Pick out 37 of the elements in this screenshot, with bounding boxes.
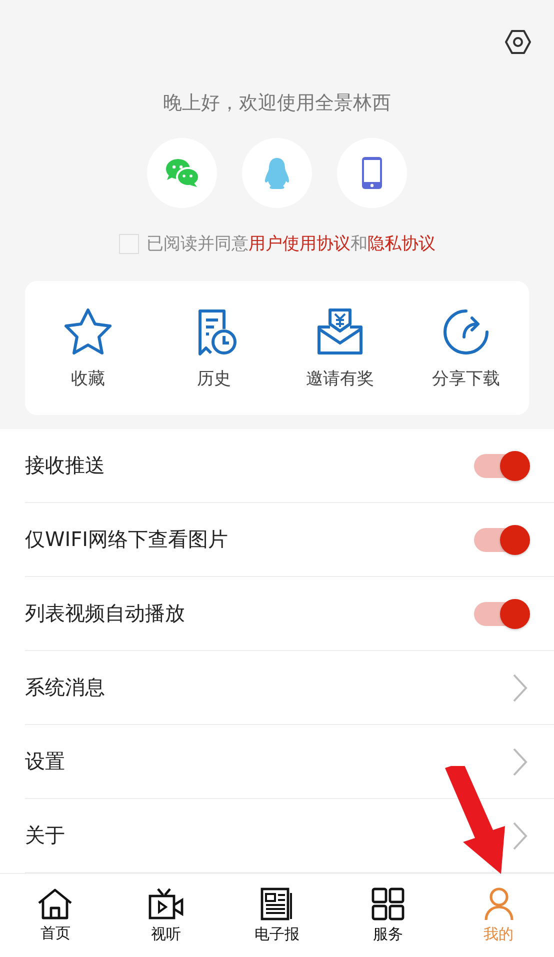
nav-tab[interactable]: 首页 xyxy=(0,874,111,957)
quick-action[interactable]: 分享下载 xyxy=(403,306,529,390)
settings-icon[interactable] xyxy=(504,28,532,56)
chevron-right-icon[interactable] xyxy=(512,820,528,850)
quick-action[interactable]: 历史 xyxy=(151,306,277,390)
agreement-text: 已阅读并同意 xyxy=(146,233,248,255)
quick-action[interactable]: 邀请有奖 xyxy=(277,306,403,390)
greeting-text: 晚上好，欢迎使用全景林西 xyxy=(163,91,391,116)
share-arrow-icon xyxy=(441,306,491,356)
toggle-switch[interactable] xyxy=(474,602,528,626)
agreement-checkbox[interactable] xyxy=(118,234,138,254)
star-icon xyxy=(62,306,114,356)
quick-action[interactable]: 收藏 xyxy=(25,306,151,390)
setting-label: 仅WIFI网络下查看图片 xyxy=(25,526,228,553)
setting-label: 设置 xyxy=(25,748,65,775)
chat-bubbles-icon xyxy=(164,158,200,188)
phone-icon xyxy=(361,156,383,190)
toggle-switch[interactable] xyxy=(474,454,528,478)
nav-tab[interactable]: 服务 xyxy=(332,874,444,957)
newspaper-icon xyxy=(260,887,294,921)
grid-icon xyxy=(370,887,405,921)
setting-label: 接收推送 xyxy=(25,452,105,479)
chevron-right-icon[interactable] xyxy=(512,672,528,702)
chevron-right-icon[interactable] xyxy=(512,746,528,776)
person-icon xyxy=(484,887,514,921)
penguin-icon xyxy=(264,157,290,189)
agreement-link[interactable]: 用户使用协议 xyxy=(248,232,350,255)
setting-label: 关于 xyxy=(25,822,65,849)
nav-tab[interactable]: 电子报 xyxy=(222,874,332,957)
setting-label: 列表视频自动播放 xyxy=(25,600,185,627)
agreement-text: 和 xyxy=(350,233,368,255)
video-camera-icon xyxy=(148,887,184,921)
toggle-switch[interactable] xyxy=(474,528,528,552)
setting-label: 系统消息 xyxy=(25,674,105,701)
nav-tab[interactable]: 视听 xyxy=(110,874,222,957)
home-icon xyxy=(37,888,74,920)
agreement-link[interactable]: 隐私协议 xyxy=(368,232,436,255)
